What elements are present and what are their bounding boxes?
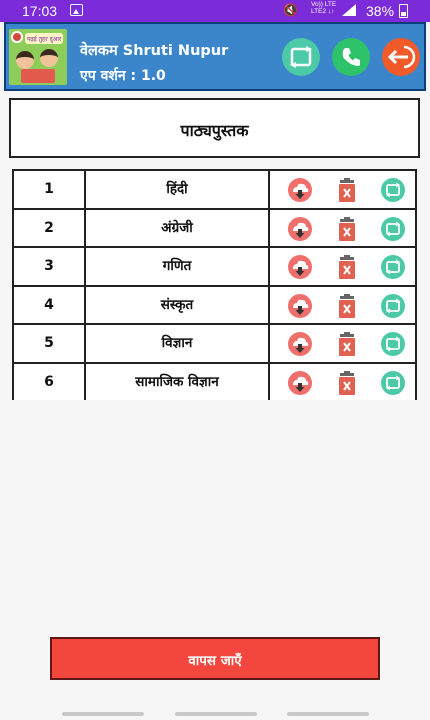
nav-back[interactable] [287, 712, 369, 716]
welcome-text: वेलकम Shruti Nupur [80, 43, 229, 59]
status-bar: 17:03 🔇 Vo)) LTE LTE2 ↓↑ 38% [0, 0, 430, 22]
subject-name[interactable]: विज्ञान [86, 325, 270, 362]
download-icon[interactable] [287, 293, 313, 319]
delete-icon[interactable] [334, 216, 360, 242]
sync-button[interactable] [282, 38, 320, 76]
sync-icon[interactable] [380, 177, 406, 203]
row-number: 2 [14, 209, 86, 246]
table-row: 4 संस्कृत [12, 284, 417, 323]
row-number: 4 [14, 286, 86, 323]
row-number: 5 [14, 325, 86, 362]
app-version: एप वर्शन : 1.0 [80, 68, 166, 84]
exit-button[interactable] [382, 38, 420, 76]
table-row: 1 हिंदी [12, 169, 417, 208]
sync-icon[interactable] [380, 293, 406, 319]
subject-name[interactable]: हिंदी [86, 171, 270, 208]
download-icon[interactable] [287, 331, 313, 357]
sync-icon[interactable] [380, 331, 406, 357]
app-header: पढ़ई तुहर दुआर वेलकम Shruti Nupur एप वर्… [4, 22, 426, 91]
download-icon[interactable] [287, 370, 313, 396]
download-icon[interactable] [287, 177, 313, 203]
back-button-label: वापस जाएँ [188, 653, 242, 669]
subject-table: 1 हिंदी 2 अंग्रेजी 3 गणित 4 संस्कृत 5 विज्ञान 6 साम… [12, 169, 417, 400]
subject-name[interactable]: अंग्रेजी [86, 209, 270, 246]
signal-icon [342, 4, 356, 16]
row-number: 1 [14, 171, 86, 208]
status-time: 17:03 [22, 3, 58, 19]
back-button[interactable]: वापस जाएँ [50, 637, 380, 680]
system-nav-bar [0, 705, 430, 720]
subject-name[interactable]: गणित [86, 248, 270, 285]
sync-icon[interactable] [380, 370, 406, 396]
delete-icon[interactable] [334, 370, 360, 396]
app-logo: पढ़ई तुहर दुआर [9, 29, 67, 85]
table-row: 6 सामाजिक विज्ञान [12, 361, 417, 400]
sync-icon [290, 46, 312, 68]
page-title-box: पाठ्यपुस्तक [9, 98, 420, 158]
sync-icon[interactable] [380, 216, 406, 242]
call-button[interactable] [332, 38, 370, 76]
subject-name[interactable]: संस्कृत [86, 286, 270, 323]
gallery-notification-icon [70, 4, 83, 16]
table-row: 3 गणित [12, 246, 417, 285]
delete-icon[interactable] [334, 254, 360, 280]
exit-icon [387, 45, 416, 69]
logo-text: पढ़ई तुहर दुआर [27, 36, 62, 43]
page-title: पाठ्यपुस्तक [180, 121, 249, 140]
network-indicator: Vo)) LTE LTE2 ↓↑ [311, 1, 337, 15]
row-number: 3 [14, 248, 86, 285]
download-icon[interactable] [287, 216, 313, 242]
nav-recents[interactable] [62, 712, 144, 716]
battery-percent: 38% [366, 3, 395, 19]
delete-icon[interactable] [334, 331, 360, 357]
delete-icon[interactable] [334, 177, 360, 203]
table-row: 5 विज्ञान [12, 323, 417, 362]
mute-icon: 🔇 [283, 3, 298, 17]
download-icon[interactable] [287, 254, 313, 280]
nav-home[interactable] [175, 712, 257, 716]
phone-icon [342, 48, 360, 66]
table-row: 2 अंग्रेजी [12, 207, 417, 246]
row-number: 6 [14, 363, 86, 400]
delete-icon[interactable] [334, 293, 360, 319]
sync-icon[interactable] [380, 254, 406, 280]
battery-icon [399, 4, 408, 18]
subject-name[interactable]: सामाजिक विज्ञान [86, 363, 270, 400]
